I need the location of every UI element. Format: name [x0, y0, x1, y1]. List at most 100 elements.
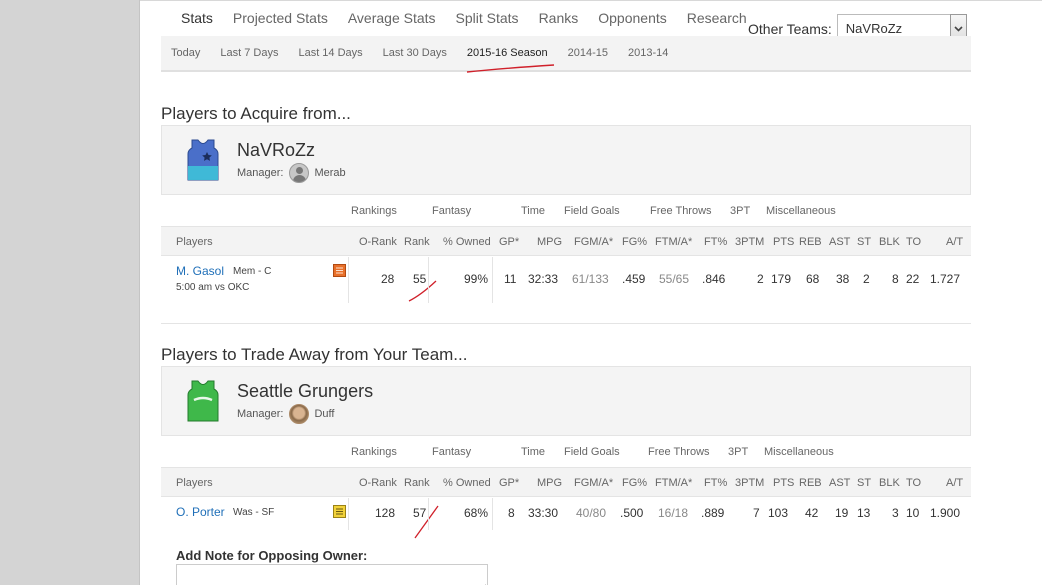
col-st[interactable]: ST — [857, 236, 871, 248]
acquire-team-name: NaVRoZz — [237, 140, 316, 160]
col-fgma[interactable]: FGM/A* — [574, 236, 613, 248]
col-ast[interactable]: AST — [829, 477, 850, 489]
tab-projected-stats[interactable]: Projected Stats — [223, 10, 338, 36]
table-row: O. Porter Was - SF 128 57 68% 8 33:30 40… — [161, 498, 971, 539]
player-team-pos: Mem - C — [233, 266, 272, 277]
divider — [348, 498, 349, 530]
fgma: 61/133 — [572, 272, 609, 286]
col-owned[interactable]: % Owned — [443, 477, 491, 489]
ftp: .889 — [701, 506, 725, 520]
note-icon[interactable] — [333, 264, 346, 277]
col-blk[interactable]: BLK — [879, 236, 900, 248]
player-link[interactable]: O. Porter — [176, 505, 225, 519]
subtab-2014-15[interactable]: 2014-15 — [568, 47, 608, 59]
col-to[interactable]: TO — [906, 236, 921, 248]
col-rank[interactable]: Rank — [404, 236, 430, 248]
blk: 3 — [892, 506, 899, 520]
date-range-tabs: Today Last 7 Days Last 14 Days Last 30 D… — [161, 36, 971, 72]
tab-split-stats[interactable]: Split Stats — [446, 10, 529, 36]
col-owned[interactable]: % Owned — [443, 236, 491, 248]
tab-opponents[interactable]: Opponents — [588, 10, 677, 36]
col-3ptm[interactable]: 3PTM — [735, 477, 764, 489]
trade-group-header: Rankings Fantasy Time Field Goals Free T… — [161, 446, 971, 466]
group-rankings: Rankings — [351, 446, 397, 458]
tab-average-stats[interactable]: Average Stats — [338, 10, 446, 36]
group-free-throws: Free Throws — [650, 205, 712, 217]
other-teams-label: Other Teams: — [748, 21, 832, 37]
note-textarea[interactable] — [176, 564, 488, 585]
gp: 11 — [504, 272, 517, 286]
3ptm: 7 — [753, 506, 760, 520]
at: 1.900 — [930, 506, 961, 520]
col-pts[interactable]: PTS — [773, 477, 794, 489]
annotation-check — [414, 505, 439, 539]
col-fgp[interactable]: FG% — [622, 477, 647, 489]
trade-team-name: Seattle Grungers — [237, 381, 374, 401]
col-ftma[interactable]: FTM/A* — [655, 236, 692, 248]
table-row: M. Gasol Mem - C 5:00 am vs OKC 28 55 99… — [161, 257, 971, 303]
avatar-icon — [289, 163, 310, 183]
col-fgma[interactable]: FGM/A* — [574, 477, 613, 489]
col-mpg[interactable]: MPG — [537, 477, 562, 489]
annotation-underline — [466, 64, 555, 73]
ast: 19 — [835, 506, 849, 520]
acquire-team-box: NaVRoZz Manager: Merab — [161, 125, 971, 195]
jersey-icon — [187, 139, 219, 181]
owned: 68% — [464, 506, 489, 520]
subtab-last-30-days[interactable]: Last 30 Days — [383, 47, 447, 59]
subtab-2015-16-season[interactable]: 2015-16 Season — [467, 47, 548, 59]
col-reb[interactable]: REB — [799, 236, 822, 248]
col-players[interactable]: Players — [176, 477, 213, 489]
acquire-manager: Manager: Merab — [237, 163, 346, 183]
col-reb[interactable]: REB — [799, 477, 822, 489]
player-link[interactable]: M. Gasol — [176, 264, 224, 278]
subtab-today[interactable]: Today — [171, 47, 200, 59]
to: 10 — [906, 506, 920, 520]
col-mpg[interactable]: MPG — [537, 236, 562, 248]
note-icon[interactable] — [333, 505, 346, 518]
col-orank[interactable]: O-Rank — [359, 236, 397, 248]
col-at[interactable]: A/T — [946, 236, 963, 248]
group-time: Time — [521, 446, 546, 458]
col-gp[interactable]: GP* — [499, 477, 519, 489]
group-3pt: 3PT — [730, 205, 751, 217]
col-3ptm[interactable]: 3PTM — [735, 236, 764, 248]
col-gp[interactable]: GP* — [499, 236, 519, 248]
col-fgp[interactable]: FG% — [622, 236, 647, 248]
col-blk[interactable]: BLK — [879, 477, 900, 489]
divider — [348, 257, 349, 303]
col-ftma[interactable]: FTM/A* — [655, 477, 692, 489]
trade-team-box: Seattle Grungers Manager: Duff — [161, 366, 971, 436]
acquire-manager-label: Manager: — [237, 167, 284, 179]
col-ast[interactable]: AST — [829, 236, 850, 248]
group-misc: Miscellaneous — [764, 446, 834, 458]
col-orank[interactable]: O-Rank — [359, 477, 397, 489]
col-to[interactable]: TO — [906, 477, 921, 489]
col-rank[interactable]: Rank — [404, 477, 430, 489]
col-players[interactable]: Players — [176, 236, 213, 248]
tab-research[interactable]: Research — [677, 10, 757, 36]
to: 22 — [906, 272, 920, 286]
st: 13 — [857, 506, 871, 520]
tab-ranks[interactable]: Ranks — [529, 10, 589, 36]
subtab-2013-14[interactable]: 2013-14 — [628, 47, 668, 59]
col-ftp[interactable]: FT% — [704, 236, 727, 248]
subtab-last-7-days[interactable]: Last 7 Days — [220, 47, 278, 59]
tab-stats[interactable]: Stats — [161, 10, 223, 36]
subtab-last-14-days[interactable]: Last 14 Days — [298, 47, 362, 59]
note-label: Add Note for Opposing Owner: — [176, 548, 368, 563]
acquire-section-title: Players to Acquire from... — [161, 104, 351, 123]
gp: 8 — [508, 506, 515, 520]
ftma: 55/65 — [659, 272, 690, 286]
pts: 179 — [771, 272, 792, 286]
col-pts[interactable]: PTS — [773, 236, 794, 248]
col-at[interactable]: A/T — [946, 477, 963, 489]
orank: 28 — [381, 272, 395, 286]
col-st[interactable]: ST — [857, 477, 871, 489]
stats-tabs: Stats Projected Stats Average Stats Spli… — [161, 10, 757, 36]
col-ftp[interactable]: FT% — [704, 477, 727, 489]
main-content: Stats Projected Stats Average Stats Spli… — [161, 0, 971, 585]
acquire-manager-name: Merab — [314, 167, 346, 179]
avatar-icon — [289, 404, 310, 424]
group-fantasy: Fantasy — [432, 205, 472, 217]
